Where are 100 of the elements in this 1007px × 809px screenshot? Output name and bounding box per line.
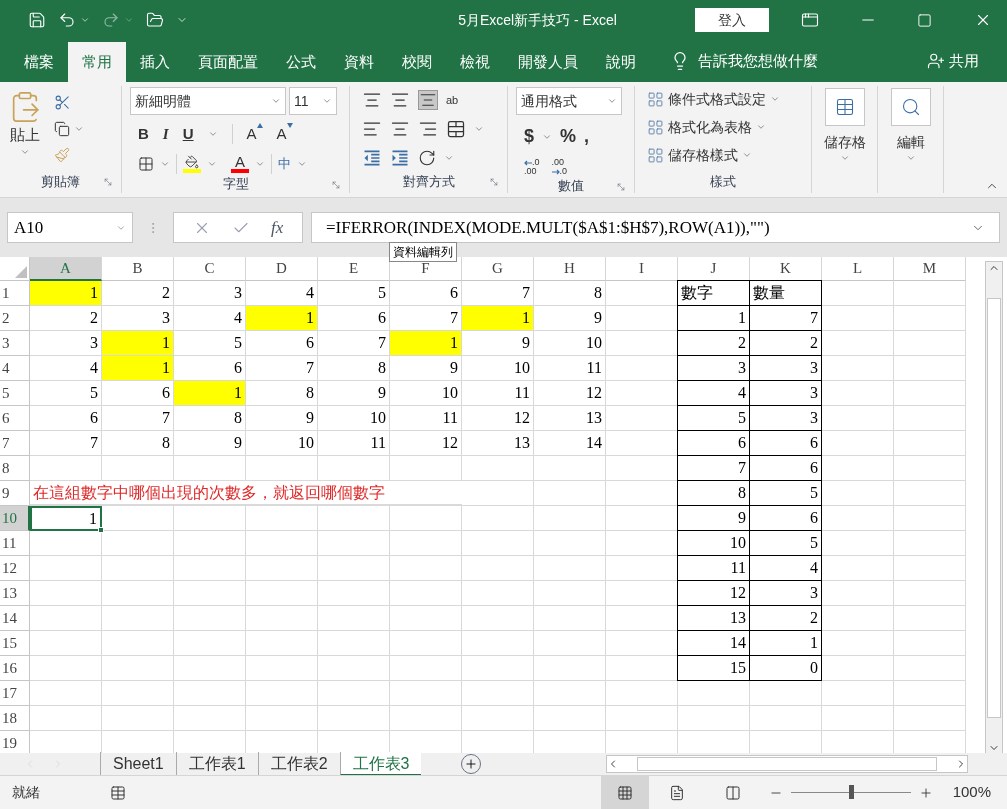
decimal-label[interactable]: .0	[532, 158, 540, 167]
table-cell[interactable]: 8	[102, 431, 174, 456]
table-cell[interactable]: 9	[390, 356, 462, 381]
table-icon[interactable]	[834, 97, 855, 117]
merge-cells-icon[interactable]	[446, 119, 466, 139]
styles-menu-button[interactable]: 格式化為表格	[668, 116, 752, 138]
column-header[interactable]: D	[246, 257, 318, 281]
select-all-icon[interactable]	[15, 266, 27, 278]
folder-icon[interactable]	[146, 11, 164, 29]
column-header[interactable]: B	[102, 257, 174, 281]
font-color-button[interactable]: A	[231, 154, 249, 173]
zoom-slider-thumb[interactable]	[848, 785, 854, 799]
sign-in-button[interactable]: 登入	[695, 8, 769, 32]
table-cell[interactable]: 1	[174, 381, 246, 406]
caret-icon[interactable]	[905, 153, 916, 163]
font-style-button[interactable]: I	[162, 123, 169, 146]
row-header[interactable]: 16	[0, 656, 30, 681]
cut-icon[interactable]	[54, 94, 71, 111]
table-cell[interactable]: 7	[30, 431, 102, 456]
number-format-button[interactable]: %	[560, 123, 577, 150]
table-style-icon[interactable]	[647, 90, 664, 108]
table-cell[interactable]: 8	[318, 356, 390, 381]
ribbon-tab[interactable]: 資料	[330, 42, 388, 82]
redo-icon[interactable]	[102, 11, 120, 29]
caret-icon[interactable]	[839, 153, 850, 163]
table-cell[interactable]: 2	[102, 281, 174, 306]
table-cell[interactable]: 1	[102, 356, 174, 381]
name-box[interactable]: A10	[7, 212, 133, 243]
cells-button[interactable]: 儲存格	[823, 132, 866, 153]
ribbon-tab[interactable]: 校閱	[388, 42, 446, 82]
table-cell[interactable]: 6	[390, 281, 462, 306]
table-cell[interactable]: 14	[534, 431, 606, 456]
bottom-align-icon[interactable]	[418, 90, 438, 110]
number-format-dropdown[interactable]: 通用格式	[516, 87, 622, 115]
table-cell[interactable]: 2	[30, 306, 102, 331]
row-header[interactable]: 17	[0, 681, 30, 706]
table-cell[interactable]: 9	[174, 431, 246, 456]
decimal-label[interactable]: .00	[551, 158, 565, 167]
number-format-button[interactable]: ,	[584, 123, 590, 150]
table-cell[interactable]: 8	[174, 406, 246, 431]
table-cell[interactable]: 1	[462, 306, 534, 331]
increase-indent-icon[interactable]	[390, 148, 410, 168]
decimal-label[interactable]: .0	[559, 167, 568, 176]
insert-function-button[interactable]: fx	[271, 214, 284, 241]
table-cell[interactable]: 8	[534, 281, 606, 306]
caret-icon[interactable]	[474, 124, 484, 134]
table-cell[interactable]: 13	[534, 406, 606, 431]
dialog-launcher-icon[interactable]	[331, 179, 341, 190]
ribbon-tab[interactable]: 說明	[592, 42, 650, 82]
decimal-label[interactable]: .00	[524, 167, 537, 176]
row-header[interactable]: 12	[0, 556, 30, 581]
row-header[interactable]: 3	[0, 331, 30, 356]
table-cell[interactable]: 5	[30, 381, 102, 406]
font-style-button[interactable]: U	[182, 123, 194, 146]
formula-field[interactable]: =IFERROR(INDEX(MODE.MULT($A$1:$H$7),ROW(A1)),"")	[311, 212, 1000, 243]
table-cell[interactable]: 6	[318, 306, 390, 331]
column-header[interactable]: F	[390, 257, 462, 281]
format-painter-icon[interactable]	[54, 147, 70, 163]
row-header[interactable]: 18	[0, 706, 30, 731]
table-cell[interactable]: 數量	[749, 280, 822, 306]
dialog-launcher-icon[interactable]	[489, 177, 499, 187]
table-cell[interactable]: 6	[30, 406, 102, 431]
column-header[interactable]: G	[462, 257, 534, 281]
zoom-in-icon[interactable]	[918, 785, 933, 800]
font-size-dropdown[interactable]: 11	[289, 87, 337, 115]
grow-font-button[interactable]: A	[246, 123, 257, 146]
caret-icon[interactable]	[74, 124, 84, 134]
fill-color-icon[interactable]	[185, 154, 199, 169]
row-header[interactable]: 10	[0, 506, 30, 531]
caret-icon[interactable]	[770, 94, 780, 104]
undo-icon[interactable]	[58, 11, 76, 29]
table-cell[interactable]: 10	[534, 331, 606, 356]
styles-menu-button[interactable]: 儲存格樣式	[668, 144, 738, 166]
table-cell[interactable]: 11	[390, 406, 462, 431]
table-cell[interactable]: 7	[102, 406, 174, 431]
vertical-scrollbar[interactable]	[985, 261, 1003, 755]
row-header[interactable]: 2	[0, 306, 30, 331]
table-cell[interactable]: 1	[30, 506, 102, 531]
borders-icon[interactable]	[138, 155, 154, 172]
ribbon-tab[interactable]: 開發人員	[504, 42, 592, 82]
fill-handle[interactable]	[98, 527, 104, 533]
row-header[interactable]: 5	[0, 381, 30, 406]
row-header[interactable]: 4	[0, 356, 30, 381]
normal-view-icon[interactable]	[616, 784, 633, 801]
caret-icon[interactable]	[322, 96, 332, 106]
dialog-launcher-icon[interactable]	[103, 177, 113, 187]
row-header[interactable]: 7	[0, 431, 30, 456]
column-header[interactable]: A	[30, 257, 102, 281]
copy-icon[interactable]	[54, 121, 70, 137]
phonetic-button[interactable]: 中	[278, 153, 291, 174]
editing-button[interactable]: 編輯	[896, 132, 925, 153]
caret-icon[interactable]	[742, 150, 752, 160]
row-header[interactable]: 8	[0, 456, 30, 481]
table-cell[interactable]: 9	[318, 381, 390, 406]
table-cell[interactable]: 11	[462, 381, 534, 406]
orientation-icon[interactable]	[418, 149, 436, 167]
table-cell[interactable]: 13	[462, 431, 534, 456]
ribbon-tab[interactable]: 插入	[126, 42, 184, 82]
column-header[interactable]: C	[174, 257, 246, 281]
table-cell[interactable]: 6	[246, 331, 318, 356]
